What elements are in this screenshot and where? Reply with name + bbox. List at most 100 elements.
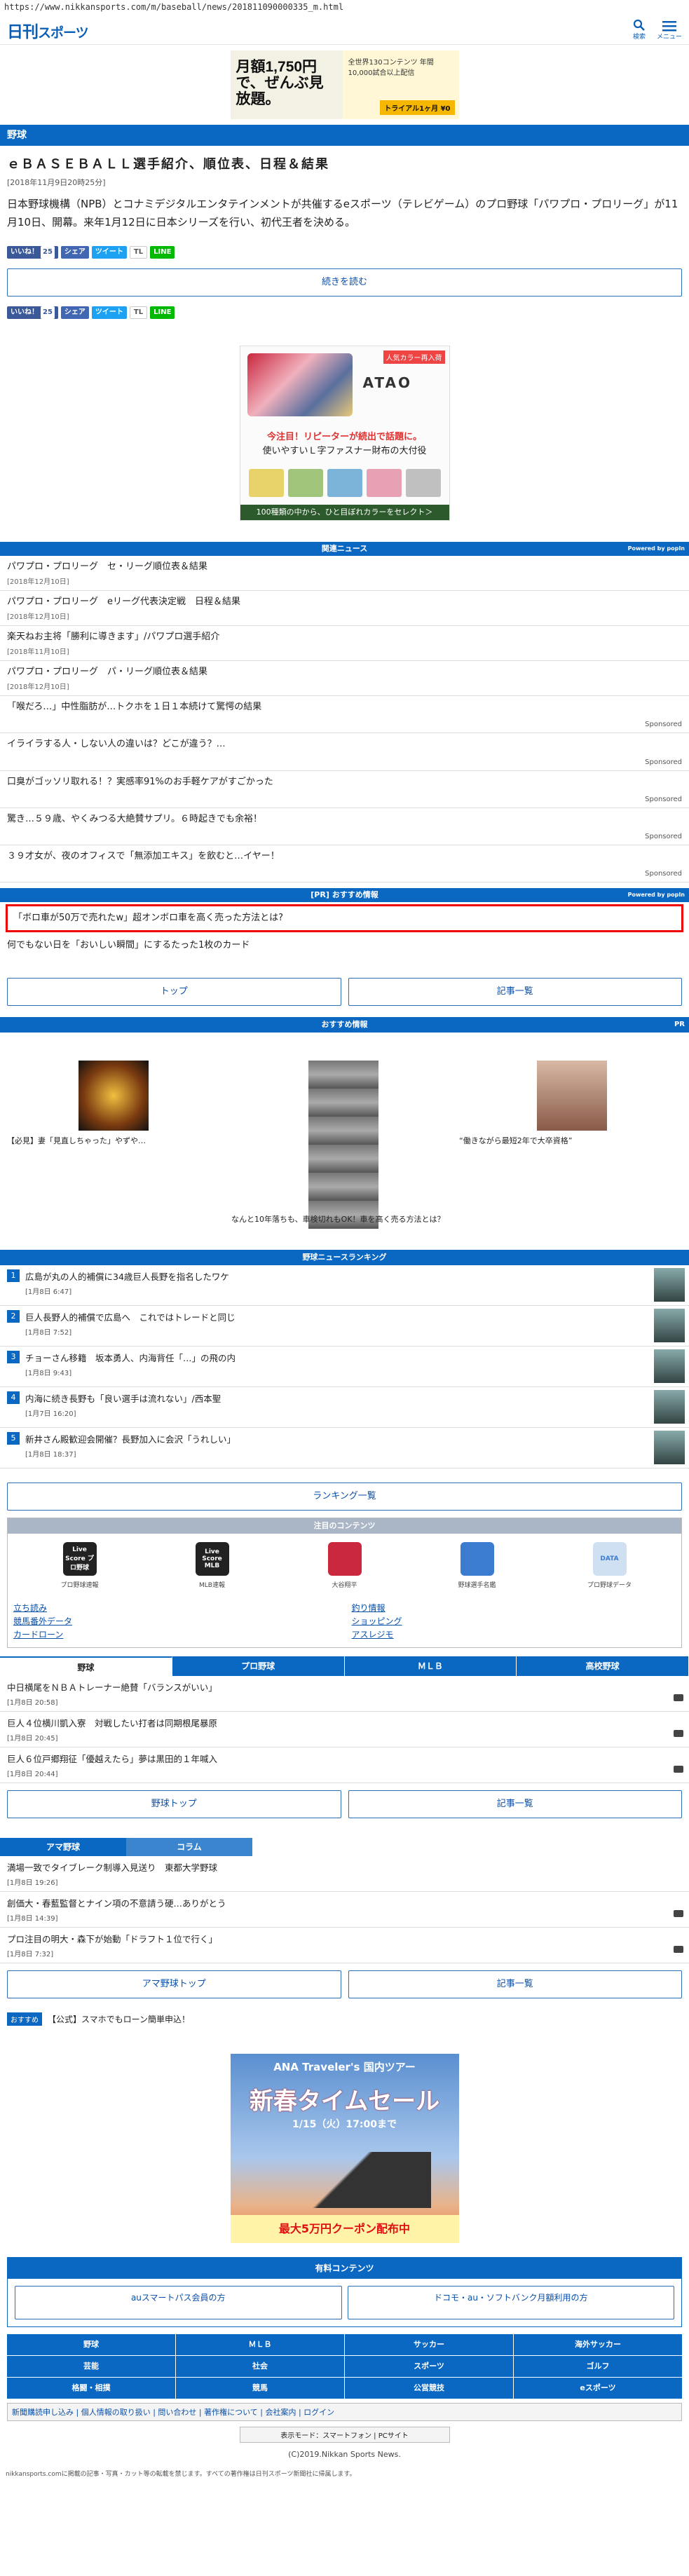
- cat-fighting[interactable]: 格闘・相撲: [7, 2377, 175, 2399]
- read-more-button[interactable]: 続きを読む: [7, 268, 682, 297]
- pr-item[interactable]: 何でもない日を「おいしい瞬間」にするたった1枚のカード: [0, 934, 689, 956]
- share-button[interactable]: シェア: [60, 306, 89, 319]
- list-item[interactable]: パワプロ・プロリーグ パ・リーグ順位表＆結果 [2018年12月10日]: [0, 661, 689, 697]
- baseball-top-button[interactable]: 野球トップ: [7, 1790, 341, 1818]
- line-button[interactable]: LINE: [150, 245, 175, 259]
- news-item[interactable]: プロ注目の明大・森下が始動「ドラフト１位で行く」 [1月8日 7:32]: [0, 1928, 689, 1963]
- tweet-button[interactable]: ツイート: [91, 306, 127, 319]
- ranking-item[interactable]: 5 新井さん殿歓迎会開催？長野加入に会沢「うれしい」 [1月8日 18:37]: [0, 1428, 689, 1468]
- news-item[interactable]: 創価大・春藍監督とナイン項の不意請う硬…ありがとう [1月8日 14:39]: [0, 1892, 689, 1928]
- tab-column[interactable]: コラム: [126, 1837, 252, 1856]
- site-logo[interactable]: 日刊 スポーツ: [7, 18, 89, 42]
- top-button[interactable]: トップ: [7, 977, 341, 1006]
- keiba-link[interactable]: 競馬番外データ: [13, 1615, 338, 1627]
- ana-ad[interactable]: ANA Traveler's 国内ツアー 新春タイムセール 1/15（火）17:…: [230, 2053, 459, 2243]
- list-item[interactable]: 楽天ねお主将「勝利に導きます」/パワプロ選手紹介 [2018年11月10日]: [0, 626, 689, 662]
- article-lead: 日本野球機構（NPB）とコナミデジタルエンタテインメントが共催するeスポーツ（テ…: [7, 198, 678, 229]
- cat-world-soccer[interactable]: 海外サッカー: [514, 2333, 682, 2355]
- recommend-text-1[interactable]: 【必見】妻「見直しちゃった」やずや…: [7, 1136, 146, 1147]
- tweet-button[interactable]: ツイート: [91, 245, 127, 259]
- recommend-image-2[interactable]: [308, 1060, 378, 1229]
- ad-brand: ATAO: [362, 374, 412, 391]
- sponsored-item[interactable]: 驚き…５９歳、やくみつる大絶賛サプリ。６時起きでも余裕！ Sponsored: [0, 808, 689, 845]
- ohtani-link[interactable]: 大谷翔平: [306, 1541, 383, 1589]
- related-news-list: パワプロ・プロリーグ セ・リーグ順位表＆結果 [2018年12月10日] パワプロ…: [0, 556, 689, 883]
- search-button[interactable]: 検索: [633, 19, 646, 41]
- recommend-image-1[interactable]: [79, 1060, 149, 1131]
- carrier-billing-button[interactable]: ドコモ・au・ソフトバンク月額利用の方: [347, 2285, 674, 2319]
- article-list-button[interactable]: 記事一覧: [348, 1790, 682, 1818]
- sponsored-item[interactable]: イライラする人・しない人の違いは？どこが違う？… Sponsored: [0, 733, 689, 771]
- npb-data-link[interactable]: DATA プロ野球データ: [571, 1541, 648, 1589]
- player-directory-link[interactable]: 野球選手名鑑: [439, 1541, 516, 1589]
- wallet-ad[interactable]: 人気カラー再入荷 ATAO 今注目！リピーターが続出で話題に。 使いやすいＬ字ファ…: [239, 345, 450, 521]
- cat-soccer[interactable]: サッカー: [345, 2333, 513, 2355]
- list-item[interactable]: パワプロ・プロリーグ セ・リーグ順位表＆結果 [2018年12月10日]: [0, 556, 689, 591]
- card-loan-link[interactable]: カードローン: [13, 1628, 338, 1640]
- ranking-thumb: [654, 1349, 685, 1383]
- ad-headline: 月額1,750円で、ぜんぶ見放題。: [236, 59, 324, 108]
- ad-cta[interactable]: 100種類の中から、ひと目ぼれカラーをセレクト＞: [240, 504, 449, 520]
- cat-mlb[interactable]: ＭＬＢ: [176, 2333, 344, 2355]
- ranking-item[interactable]: 1 広島が丸の人的補償に34歳巨人長野を指名したワケ [1月8日 6:47]: [0, 1265, 689, 1306]
- top-banner-ad[interactable]: 月額1,750円で、ぜんぶ見放題。 全世界130コンテンツ 年間10,000試合…: [230, 50, 459, 119]
- cat-esports[interactable]: eスポーツ: [514, 2377, 682, 2399]
- article-list-button[interactable]: 記事一覧: [348, 1970, 682, 1998]
- wallet-swatches: [248, 468, 441, 497]
- sponsored-item[interactable]: ３９才女が、夜のオフィスで「無添加エキス」を飲むと…イヤー！ Sponsored: [0, 845, 689, 883]
- tl-button[interactable]: TL: [129, 245, 148, 259]
- fishing-link[interactable]: 釣り情報: [352, 1602, 676, 1614]
- ranking-item[interactable]: 4 内海に続き長野も「良い選手は流れない」/西本聖 [1月7日 16:20]: [0, 1387, 689, 1428]
- line-button[interactable]: LINE: [150, 306, 175, 319]
- camera-icon: [674, 1729, 683, 1737]
- shopping-link[interactable]: ショッピング: [352, 1615, 676, 1627]
- tab-baseball[interactable]: 野球: [0, 1656, 172, 1676]
- amateur-news-list: 満場一致でタイブレーク制導入見送り 東都大学野球 [1月8日 19:26] 創価大…: [0, 1856, 689, 1963]
- ranking-list-button[interactable]: ランキング一覧: [7, 1482, 682, 1511]
- article-list-button[interactable]: 記事一覧: [348, 977, 682, 1006]
- recommend-text-2[interactable]: なんと10年落ちも、車検切れもOK！車を高く売る方法とは？: [231, 1215, 456, 1225]
- amateur-top-button[interactable]: アマ野球トップ: [7, 1970, 341, 1998]
- sponsored-item[interactable]: 「喉だろ…」中性脂肪が…トクホを１日１本続けて驚愕の結果 Sponsored: [0, 696, 689, 734]
- tab-pro-baseball[interactable]: プロ野球: [172, 1656, 345, 1676]
- recommend-text-3[interactable]: “働きながら最短2年で大卒資格”: [459, 1136, 572, 1147]
- menu-button[interactable]: メニュー: [657, 20, 682, 41]
- cat-society[interactable]: 社会: [176, 2355, 344, 2377]
- tachiyomi-link[interactable]: 立ち読み: [13, 1602, 338, 1614]
- share-button[interactable]: シェア: [60, 245, 89, 259]
- cat-golf[interactable]: ゴルフ: [514, 2355, 682, 2377]
- like-button[interactable]: いいね！ 25: [7, 306, 58, 319]
- cat-entertainment[interactable]: 芸能: [7, 2355, 175, 2377]
- news-buttons: 野球トップ 記事一覧: [0, 1783, 689, 1825]
- news-item[interactable]: 満場一致でタイブレーク制導入見送り 東都大学野球 [1月8日 19:26]: [0, 1856, 689, 1892]
- news-item[interactable]: 巨人６位戸郷翔征「優越えたら」夢は黒田的１年喊入 [1月8日 20:44]: [0, 1747, 689, 1783]
- ranking-thumb: [654, 1389, 685, 1424]
- cat-sports[interactable]: スポーツ: [345, 2355, 513, 2377]
- sponsored-item[interactable]: 口臭がゴッソリ取れる！？実感率91%のお手軽ケアがすごかった Sponsored: [0, 771, 689, 808]
- cat-keiba[interactable]: 競馬: [176, 2377, 344, 2399]
- news-item[interactable]: 巨人４位横川凱入寮 対戦したい打者は同期根尾暴原 [1月8日 20:45]: [0, 1712, 689, 1747]
- ranking-item[interactable]: 2 巨人長野人的補償で広島へ これではトレードと同じ [1月8日 7:52]: [0, 1306, 689, 1347]
- like-button[interactable]: いいね！ 25: [7, 245, 58, 259]
- list-item[interactable]: パワプロ・プロリーグ eリーグ代表決定戦 日程＆結果 [2018年12月10日]: [0, 591, 689, 626]
- cat-baseball[interactable]: 野球: [7, 2333, 175, 2355]
- footer-links[interactable]: 新聞購読申し込み | 個人情報の取り扱い | 問い合わせ | 著作権について |…: [7, 2402, 682, 2421]
- wallet-image: [247, 353, 353, 416]
- ad-cta[interactable]: トライアル1ヶ月 ¥0: [380, 100, 455, 115]
- live-score-mlb-link[interactable]: Live Score MLB MLB速報: [174, 1541, 251, 1589]
- tab-highschool[interactable]: 高校野球: [517, 1656, 689, 1676]
- pr-item-highlighted[interactable]: 「ボロ車が50万で売れたw」超オンボロ車を高く売った方法とは?: [6, 904, 683, 933]
- tab-mlb[interactable]: ＭＬＢ: [345, 1656, 517, 1676]
- cat-public-racing[interactable]: 公営競技: [345, 2377, 513, 2399]
- au-smartpass-button[interactable]: auスマートパス会員の方: [15, 2285, 342, 2319]
- recipe-link[interactable]: アスレジモ: [352, 1628, 676, 1640]
- live-score-npb-link[interactable]: Live Score プロ野球 プロ野球速報: [41, 1541, 118, 1589]
- tl-button[interactable]: TL: [129, 306, 148, 319]
- tab-amateur[interactable]: アマ野球: [0, 1837, 126, 1856]
- recommend-image-3[interactable]: [537, 1060, 607, 1131]
- recommend-text-ad[interactable]: おすすめ 【公式】スマホでもローン簡単申込！: [0, 2005, 689, 2033]
- ranking-item[interactable]: 3 チョーさん移籍 坂本勇人、内海背任「…」の飛の内 [1月8日 9:43]: [0, 1347, 689, 1387]
- display-mode[interactable]: 表示モード：スマートフォン | PCサイト: [239, 2426, 450, 2443]
- share-bar: いいね！ 25 シェア ツイート TL LINE: [0, 240, 689, 264]
- news-item[interactable]: 中日横尾をＮＢＡトレーナー絶賛「バランスがいい」 [1月8日 20:58]: [0, 1676, 689, 1712]
